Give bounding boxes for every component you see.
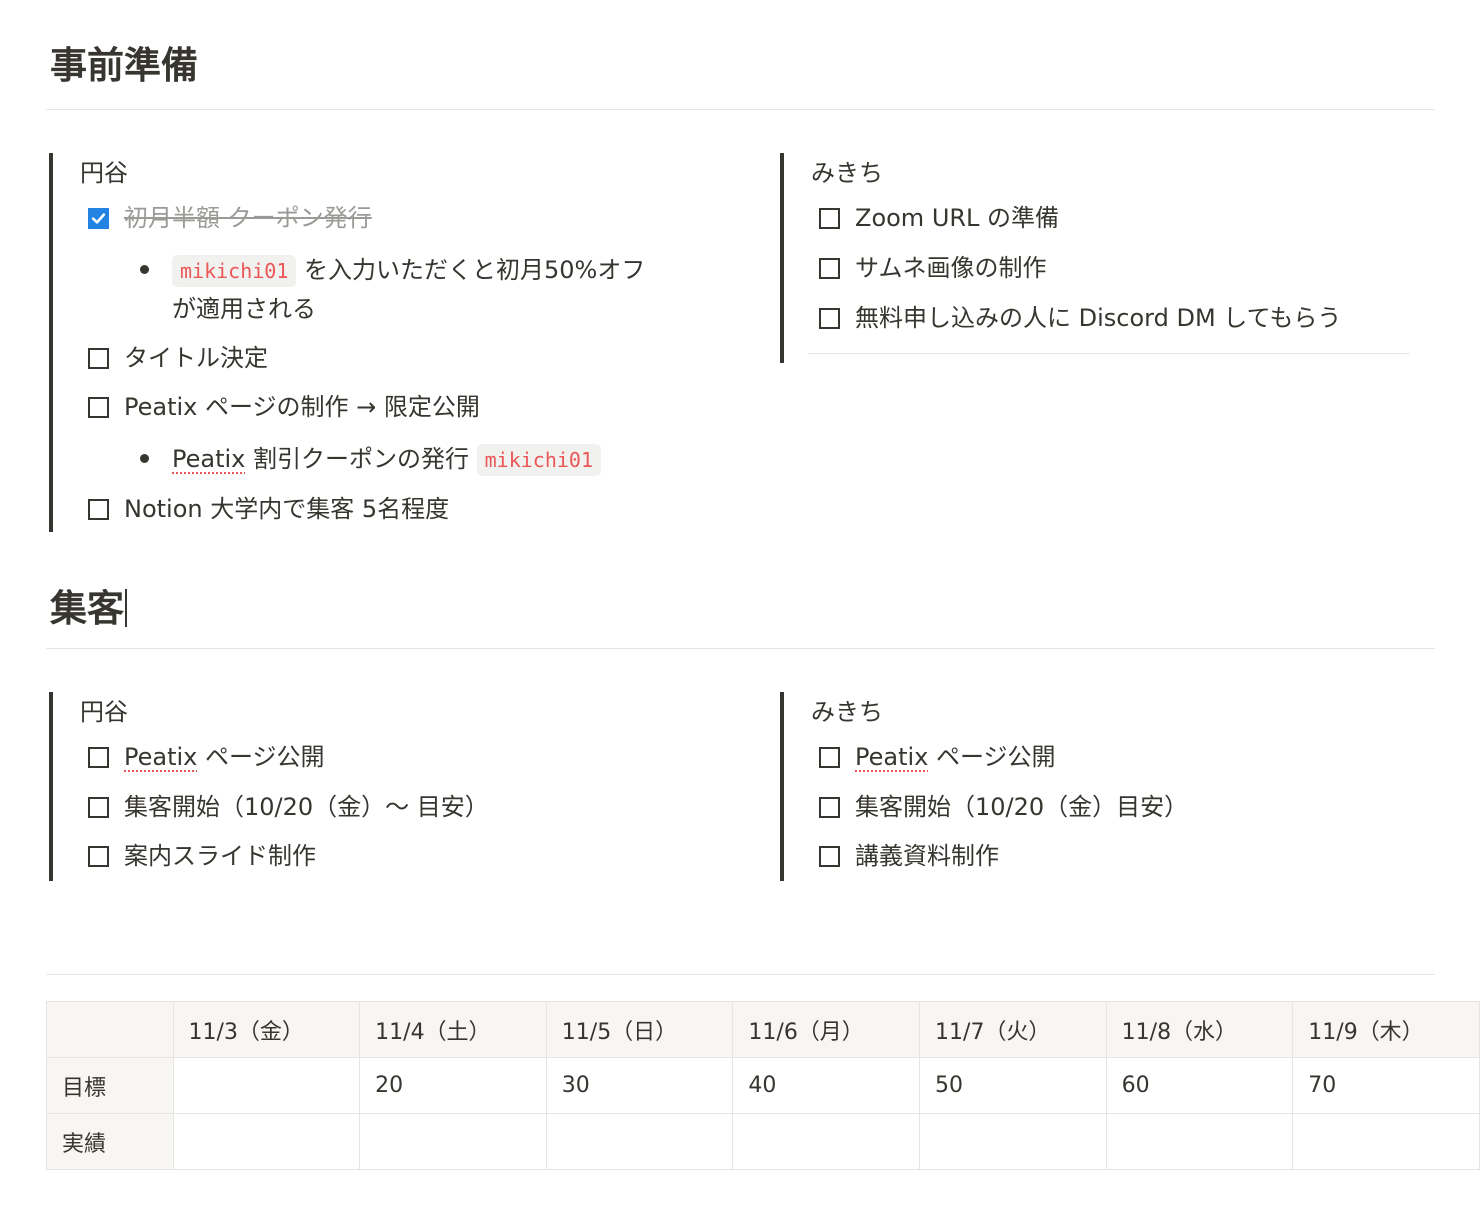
- todo-item: 案内スライド制作: [88, 844, 316, 868]
- check-icon: [91, 212, 106, 224]
- todo-item: 集客開始（10/20（金）〜 目安）: [88, 795, 489, 819]
- table-cell[interactable]: [1292, 1113, 1480, 1170]
- todo-item: Zoom URL の準備: [819, 206, 1059, 230]
- divider-short: [808, 353, 1410, 354]
- todo-text[interactable]: Peatix ページの制作 → 限定公開: [124, 395, 480, 419]
- table-header-cell[interactable]: 11/5（日）: [545, 1001, 734, 1058]
- section-heading-preparation[interactable]: 事前準備: [50, 47, 198, 84]
- checkbox[interactable]: [819, 257, 840, 279]
- quote-block-tsuburaya-prep: 円谷 初月半額 クーポン発行 mikichi01 を入力いただくと初月50%オフ…: [49, 153, 753, 532]
- checkbox[interactable]: [88, 746, 109, 768]
- table-cell[interactable]: [172, 1057, 361, 1114]
- todo-text[interactable]: Notion 大学内で集客 5名程度: [124, 497, 449, 521]
- checkbox[interactable]: [819, 307, 840, 329]
- checkbox[interactable]: [88, 498, 109, 520]
- todo-text[interactable]: Peatix ページ公開: [855, 745, 1056, 769]
- todo-text[interactable]: Peatix ページ公開: [124, 745, 325, 769]
- bullet-item: Peatix 割引クーポンの発行 mikichi01: [172, 440, 602, 479]
- checkbox[interactable]: [819, 845, 840, 867]
- table-cell[interactable]: [919, 1113, 1107, 1170]
- quote-block-mikichi-prep: みきち Zoom URL の準備 サムネ画像の制作 無料申し込みの人に Disc…: [780, 153, 1424, 363]
- todo-item: 講義資料制作: [819, 844, 999, 868]
- todo-item: 無料申し込みの人に Discord DM してもらう: [819, 306, 1341, 330]
- table-cell[interactable]: [545, 1113, 734, 1170]
- inline-code[interactable]: mikichi01: [172, 255, 297, 287]
- inline-code[interactable]: mikichi01: [476, 444, 602, 476]
- todo-item: 集客開始（10/20（金）目安）: [819, 795, 1188, 819]
- bullet-word-underlined[interactable]: Peatix: [172, 445, 245, 473]
- todo-text[interactable]: サムネ画像の制作: [855, 256, 1047, 280]
- text-caret: [125, 589, 127, 627]
- table-header-cell[interactable]: 11/6（月）: [732, 1001, 921, 1058]
- bullet-text[interactable]: 割引クーポンの発行: [245, 445, 476, 473]
- bullet-text-continued[interactable]: が適用される: [172, 295, 316, 323]
- table-cell[interactable]: 60: [1105, 1057, 1294, 1114]
- table-cell[interactable]: [732, 1113, 921, 1170]
- table-row: 実績: [46, 1113, 1480, 1170]
- table-cell[interactable]: 50: [919, 1057, 1107, 1114]
- table-cell[interactable]: [1105, 1113, 1294, 1170]
- section-heading-marketing[interactable]: 集客: [50, 589, 127, 627]
- divider: [46, 974, 1435, 975]
- checkbox[interactable]: [819, 207, 840, 229]
- table-row: 目標 20 30 40 50 60 70: [46, 1057, 1480, 1114]
- quote-title[interactable]: 円谷: [80, 161, 128, 185]
- todo-text[interactable]: Zoom URL の準備: [855, 206, 1059, 230]
- table-header-cell[interactable]: [46, 1001, 174, 1058]
- table-cell[interactable]: 20: [359, 1057, 547, 1114]
- todo-text[interactable]: タイトル決定: [124, 346, 268, 370]
- table-header-cell[interactable]: 11/9（木）: [1292, 1001, 1480, 1058]
- todo-item: Peatix ページ公開: [819, 745, 1056, 769]
- todo-item: 初月半額 クーポン発行: [88, 206, 372, 230]
- table-cell[interactable]: [172, 1113, 361, 1170]
- bullet-text[interactable]: を入力いただくと初月50%オフ: [296, 256, 645, 284]
- table-cell[interactable]: 70: [1292, 1057, 1480, 1114]
- table-header-cell[interactable]: 11/3（金）: [172, 1001, 361, 1058]
- quote-title[interactable]: 円谷: [80, 700, 128, 724]
- todo-text-done[interactable]: 初月半額 クーポン発行: [124, 206, 372, 230]
- checkbox-checked[interactable]: [88, 207, 109, 229]
- table-header-cell[interactable]: 11/8（水）: [1105, 1001, 1294, 1058]
- table-cell[interactable]: [359, 1113, 547, 1170]
- bullet-dot: [140, 454, 149, 463]
- table-cell[interactable]: 40: [732, 1057, 921, 1114]
- table-header-cell[interactable]: 11/4（土）: [359, 1001, 547, 1058]
- divider: [46, 109, 1435, 110]
- checkbox[interactable]: [88, 845, 109, 867]
- todo-item: サムネ画像の制作: [819, 256, 1047, 280]
- todo-text[interactable]: 集客開始（10/20（金）〜 目安）: [124, 795, 489, 819]
- bullet-dot: [140, 265, 149, 274]
- checkbox[interactable]: [88, 796, 109, 818]
- quote-block-tsuburaya-marketing: 円谷 Peatix ページ公開 集客開始（10/20（金）〜 目安） 案内スライ…: [49, 692, 753, 881]
- todo-text[interactable]: 講義資料制作: [855, 844, 999, 868]
- todo-text[interactable]: 案内スライド制作: [124, 844, 316, 868]
- bullet-item: mikichi01 を入力いただくと初月50%オフ が適用される: [172, 251, 712, 328]
- table-row-header[interactable]: 目標: [46, 1057, 174, 1114]
- checkbox[interactable]: [88, 347, 109, 369]
- quote-title[interactable]: みきち: [811, 161, 883, 185]
- table-header-row: 11/3（金） 11/4（土） 11/5（日） 11/6（月） 11/7（火） …: [46, 1001, 1480, 1058]
- checkbox[interactable]: [88, 396, 109, 418]
- quote-block-mikichi-marketing: みきち Peatix ページ公開 集客開始（10/20（金）目安） 講義資料制作: [780, 692, 1424, 881]
- todo-text[interactable]: 無料申し込みの人に Discord DM してもらう: [855, 306, 1341, 330]
- todo-text[interactable]: 集客開始（10/20（金）目安）: [855, 795, 1188, 819]
- table-header-cell[interactable]: 11/7（火）: [919, 1001, 1107, 1058]
- table-row-header[interactable]: 実績: [46, 1113, 174, 1170]
- divider: [46, 648, 1435, 649]
- progress-table: 11/3（金） 11/4（土） 11/5（日） 11/6（月） 11/7（火） …: [46, 1001, 1480, 1170]
- todo-item: Notion 大学内で集客 5名程度: [88, 497, 449, 521]
- checkbox[interactable]: [819, 746, 840, 768]
- todo-item: Peatix ページの制作 → 限定公開: [88, 395, 480, 419]
- table-cell[interactable]: 30: [545, 1057, 734, 1114]
- quote-title[interactable]: みきち: [811, 700, 883, 724]
- todo-item: タイトル決定: [88, 346, 268, 370]
- todo-item: Peatix ページ公開: [88, 745, 325, 769]
- checkbox[interactable]: [819, 796, 840, 818]
